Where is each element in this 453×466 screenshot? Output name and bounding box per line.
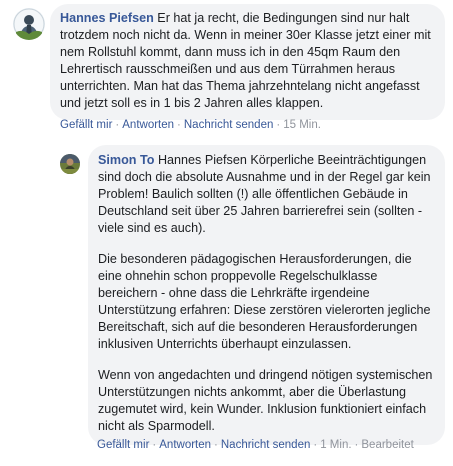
separator: · (313, 439, 318, 451)
separator: · (115, 119, 120, 131)
avatar[interactable] (60, 154, 80, 174)
comment-actions: Gefällt mir · Antworten · Nachricht senden · 1… (60, 118, 321, 132)
separator: · (276, 119, 281, 131)
reply-link[interactable]: Antworten (122, 119, 174, 131)
comment-bubble: Hannes Piefsen Er hat ja recht, die Bedi… (50, 4, 445, 120)
separator: · (152, 439, 157, 451)
separator: · (214, 439, 218, 451)
comment-paragraph: Die besonderen pädagogischen Herausforde… (98, 252, 431, 351)
reply-link[interactable]: Antworten (159, 439, 211, 451)
avatar[interactable] (13, 8, 45, 40)
like-link[interactable]: Gefällt mir (60, 119, 112, 131)
edited-label[interactable]: Bearbeitet (361, 439, 413, 451)
send-message-link[interactable]: Nachricht senden (221, 439, 311, 451)
comment-author[interactable]: Hannes Piefsen (60, 11, 154, 25)
separator: · (177, 119, 181, 131)
avatar-image (13, 8, 45, 40)
comment-paragraph: Simon To Hannes Piefsen Körperliche Beei… (98, 152, 435, 237)
comment-paragraph: Wenn von angedachten und dringend nötige… (98, 368, 433, 433)
comment-timestamp[interactable]: 1 Min. (320, 439, 351, 451)
comment-timestamp[interactable]: 15 Min. (283, 119, 321, 131)
avatar-image (60, 154, 80, 174)
comment-bubble: Simon To Hannes Piefsen Körperliche Beei… (88, 145, 445, 445)
mention[interactable]: Hannes Piefsen (158, 153, 247, 167)
comment-author[interactable]: Simon To (98, 153, 154, 167)
comment-text: Er hat ja recht, die Bedingungen sind nu… (60, 11, 431, 110)
comment-actions: Gefällt mir · Antworten · Nachricht senden · 1… (97, 438, 414, 452)
send-message-link[interactable]: Nachricht senden (184, 119, 274, 131)
separator: · (354, 439, 359, 451)
like-link[interactable]: Gefällt mir (97, 439, 149, 451)
